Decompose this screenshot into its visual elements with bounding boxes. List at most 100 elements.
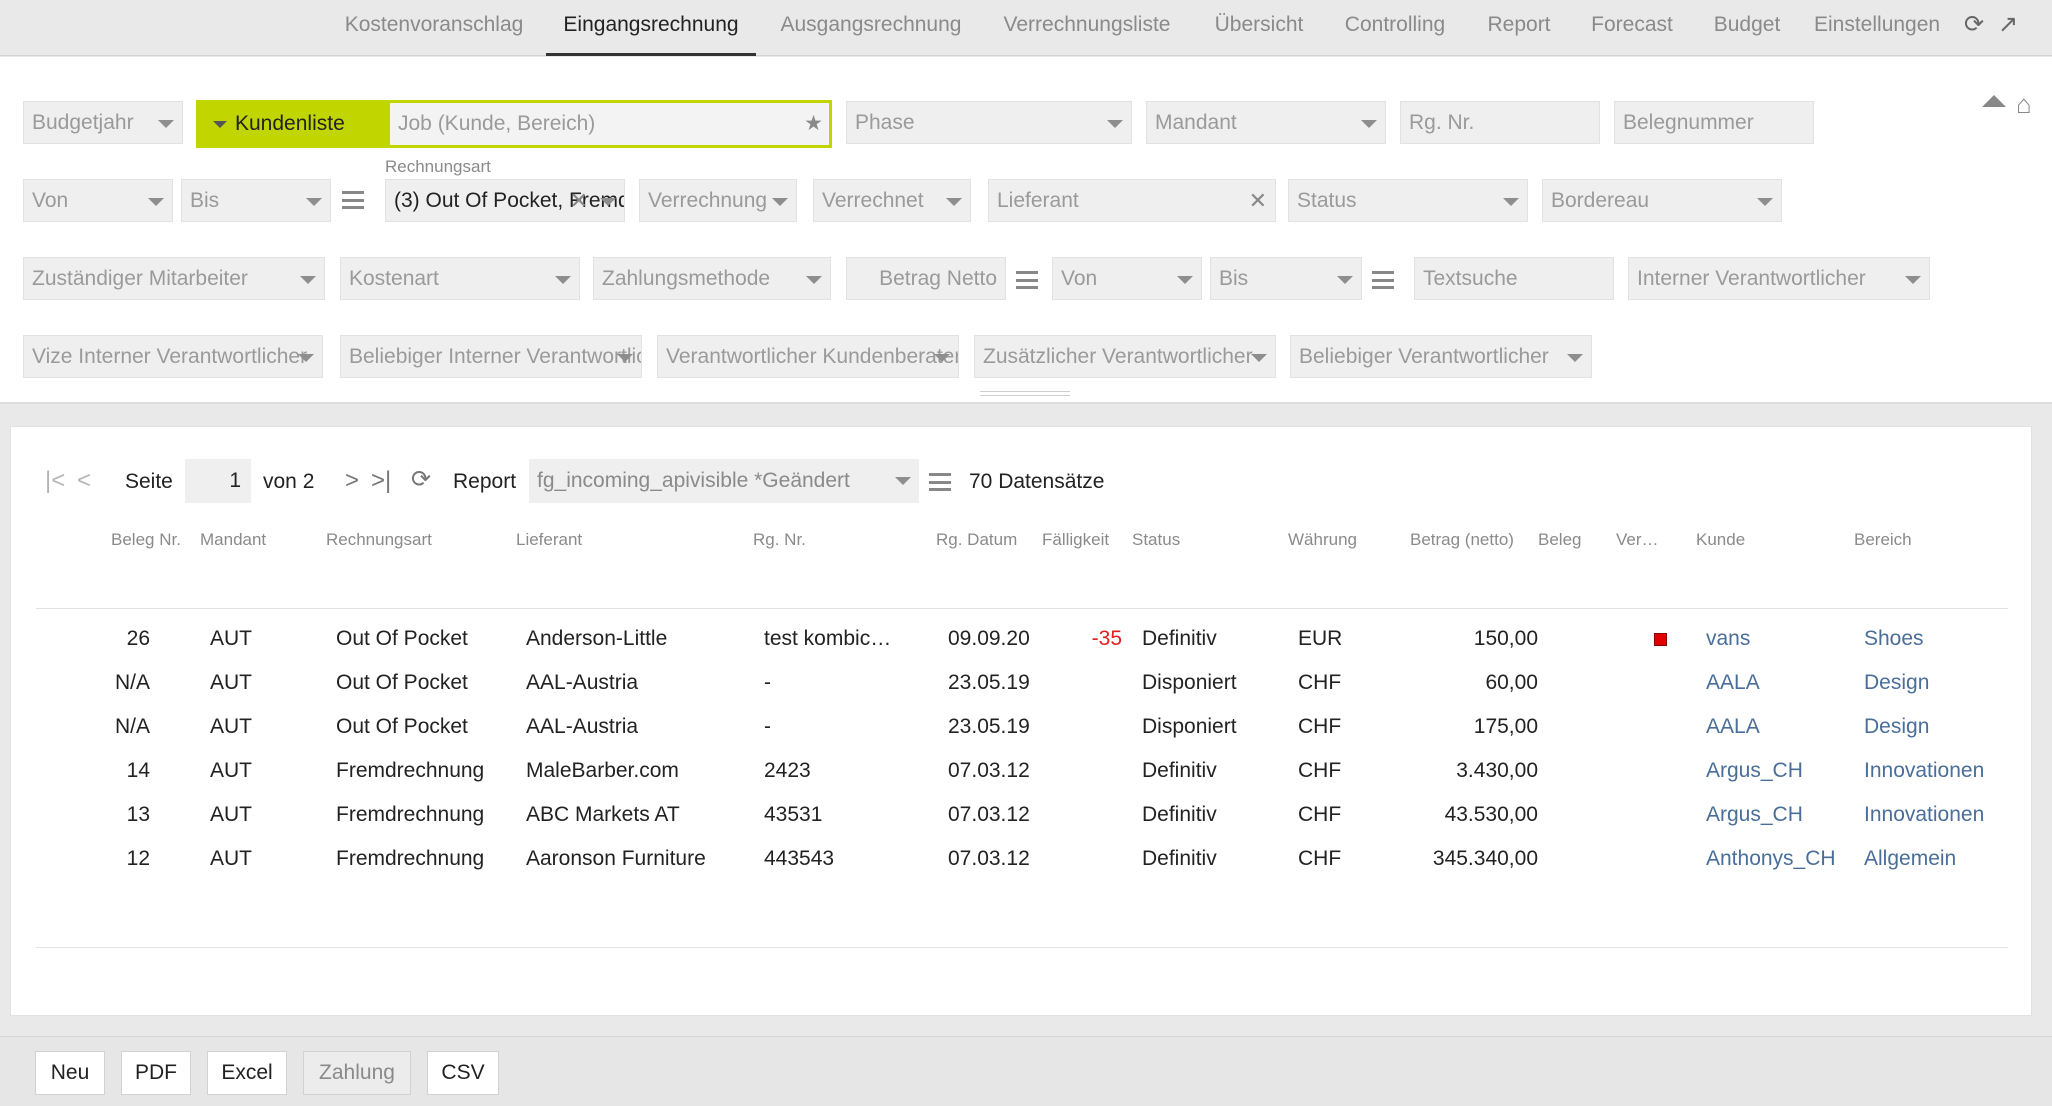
budgetjahr-select[interactable]: Budgetjahr — [23, 101, 183, 144]
clear-icon[interactable]: ✕ — [570, 180, 588, 221]
cell-kunde[interactable]: Anthonys_CH — [1706, 837, 1856, 872]
col-header-verrechnet[interactable]: Verrechnet — [1616, 530, 1660, 550]
cell-bereich[interactable]: Shoes — [1864, 617, 2004, 661]
excel-button[interactable]: Excel — [207, 1051, 287, 1095]
tab-budget[interactable]: Budget — [1704, 0, 1790, 56]
collapse-up-icon[interactable] — [1982, 95, 2006, 107]
zustaendiger-mitarbeiter-select[interactable]: Zuständiger Mitarbeiter — [23, 257, 325, 300]
tab-verrechnungsliste[interactable]: Verrechnungsliste — [994, 0, 1180, 56]
report-select[interactable]: fg_incoming_apivisible *Geändert — [529, 459, 919, 503]
job-input[interactable]: Job (Kunde, Bereich) ★ — [390, 103, 829, 145]
vize-interner-verantwortlicher-select[interactable]: Vize Interner Verantwortlicher — [23, 335, 323, 378]
tab-ausgangsrechnung[interactable]: Ausgangsrechnung — [772, 0, 970, 56]
tab-einstellungen[interactable]: Einstellungen — [1814, 0, 1948, 56]
col-header-faelligkeit[interactable]: Fälligkeit — [1042, 530, 1128, 550]
table-row[interactable]: N/A AUT Out Of Pocket AAL-Austria - 23.05.19 D… — [36, 705, 2008, 749]
cell-bereich[interactable]: Design — [1864, 661, 2004, 705]
cell-kunde[interactable]: vans — [1706, 617, 1856, 661]
col-header-kunde[interactable]: Kunde — [1696, 530, 1796, 550]
verrechnung-select[interactable]: Verrechnung — [639, 179, 797, 222]
betrag-netto-input[interactable]: Betrag Netto — [846, 257, 1006, 300]
kostenart-select[interactable]: Kostenart — [340, 257, 580, 300]
new-button[interactable]: Neu — [35, 1051, 105, 1095]
col-header-mandant[interactable]: Mandant — [200, 530, 300, 550]
verantwortlicher-kundenberater-select[interactable]: Verantwortlicher Kundenberater — [657, 335, 959, 378]
kundenliste-button[interactable]: Kundenliste — [199, 103, 390, 145]
zahlungsmethode-select[interactable]: Zahlungsmethode — [593, 257, 831, 300]
betrag-range-menu-icon[interactable] — [1372, 271, 1394, 289]
cell-betrag: 60,00 — [1485, 671, 1538, 694]
panel-resize-handle[interactable] — [980, 391, 1070, 396]
rechnungsart-select[interactable]: (3) Out Of Pocket, Fremdrechnung✕ — [385, 179, 625, 222]
col-header-bereich[interactable]: Bereich — [1854, 530, 1954, 550]
verrechnet-select[interactable]: Verrechnet — [813, 179, 971, 222]
col-header-rechnungsart[interactable]: Rechnungsart — [326, 530, 506, 550]
bordereau-select[interactable]: Bordereau — [1542, 179, 1782, 222]
tab-forecast[interactable]: Forecast — [1584, 0, 1680, 56]
col-header-rg-nr[interactable]: Rg. Nr. — [753, 530, 873, 550]
col-header-waehrung[interactable]: Währung — [1288, 530, 1388, 550]
cell-bereich[interactable]: Innovationen — [1864, 749, 2004, 793]
cell-betrag: 43.530,00 — [1444, 803, 1538, 826]
beliebiger-interner-verantwortlicher-select[interactable]: Beliebiger Interner Verantwortlicher — [340, 335, 642, 378]
col-header-status[interactable]: Status — [1132, 530, 1232, 550]
pdf-button[interactable]: PDF — [121, 1051, 191, 1095]
table-row[interactable]: N/A AUT Out Of Pocket AAL-Austria - 23.05.19 D… — [36, 661, 2008, 705]
von-date-select[interactable]: Von — [23, 179, 173, 222]
csv-button[interactable]: CSV — [427, 1051, 499, 1095]
table-row[interactable]: 12 AUT Fremdrechnung Aaronson Furniture 4435… — [36, 837, 2008, 872]
belegnummer-input[interactable]: Belegnummer — [1614, 101, 1814, 144]
previous-page-icon[interactable]: < — [77, 467, 91, 495]
textsuche-input[interactable]: Textsuche — [1414, 257, 1614, 300]
phase-select[interactable]: Phase — [846, 101, 1132, 144]
last-page-icon[interactable]: >| — [371, 467, 391, 495]
tab-eingangsrechnung[interactable]: Eingangsrechnung — [546, 0, 756, 56]
bis-date-select[interactable]: Bis — [181, 179, 331, 222]
zusaetzlicher-verantwortlicher-select[interactable]: Zusätzlicher Verantwortlicher — [974, 335, 1276, 378]
cell-bereich[interactable]: Innovationen — [1864, 793, 2004, 837]
col-header-betrag-netto[interactable]: Betrag (netto) — [1410, 530, 1528, 550]
cell-kunde[interactable]: Argus_CH — [1706, 793, 1856, 837]
cell-kunde[interactable]: Argus_CH — [1706, 749, 1856, 793]
payment-button[interactable]: Zahlung — [303, 1051, 411, 1095]
star-icon[interactable]: ★ — [804, 103, 823, 145]
col-header-lieferant[interactable]: Lieferant — [516, 530, 696, 550]
col-header-beleg[interactable]: Beleg — [1538, 530, 1598, 550]
expand-arrow-icon[interactable]: ↗ — [1998, 10, 2018, 39]
tab-report[interactable]: Report — [1478, 0, 1560, 56]
clear-icon[interactable]: ✕ — [1249, 180, 1267, 221]
lieferant-input[interactable]: Lieferant ✕ — [988, 179, 1276, 222]
cell-bereich[interactable]: Allgemein — [1864, 837, 2004, 872]
next-page-icon[interactable]: > — [345, 467, 359, 495]
cell-kunde[interactable]: AALA — [1706, 661, 1856, 705]
first-page-icon[interactable]: |< — [45, 467, 65, 495]
cell-betrag: 150,00 — [1473, 627, 1538, 650]
status-select[interactable]: Status — [1288, 179, 1528, 222]
tab-kostenvoranschlag[interactable]: Kostenvoranschlag — [336, 0, 532, 56]
rg-nr-input[interactable]: Rg. Nr. — [1400, 101, 1600, 144]
table-row[interactable]: 26 AUT Out Of Pocket Anderson-Little test ko… — [36, 617, 2008, 661]
table-row[interactable]: 14 AUT Fremdrechnung MaleBarber.com 2423 07.0… — [36, 749, 2008, 793]
cell-rg-nr: test kombichange — [764, 627, 900, 650]
col-header-rg-datum[interactable]: Rg. Datum — [936, 530, 1036, 550]
cell-kunde[interactable]: AALA — [1706, 705, 1856, 749]
date-options-menu-icon[interactable] — [342, 191, 364, 209]
chevron-down-icon — [1361, 120, 1377, 128]
mandant-select[interactable]: Mandant — [1146, 101, 1386, 144]
betrag-von-select[interactable]: Von — [1052, 257, 1202, 300]
report-options-menu-icon[interactable] — [929, 473, 951, 491]
cell-bereich[interactable]: Design — [1864, 705, 2004, 749]
col-header-beleg-nr[interactable]: Beleg Nr. — [111, 530, 195, 550]
betrag-options-menu-icon[interactable] — [1016, 271, 1038, 289]
betrag-bis-select[interactable]: Bis — [1210, 257, 1362, 300]
home-icon[interactable]: ⌂ — [2016, 89, 2032, 120]
tab-controlling[interactable]: Controlling — [1336, 0, 1454, 56]
tab-uebersicht[interactable]: Übersicht — [1206, 0, 1312, 56]
reload-icon[interactable]: ⟳ — [411, 465, 431, 494]
table-row[interactable]: 13 AUT Fremdrechnung ABC Markets AT 43531 07.… — [36, 793, 2008, 837]
interner-verantwortlicher-select[interactable]: Interner Verantwortlicher — [1628, 257, 1930, 300]
page-number-input[interactable]: 1 — [185, 459, 251, 503]
page-count-label: von 2 — [263, 470, 315, 493]
beliebiger-verantwortlicher-select[interactable]: Beliebiger Verantwortlicher — [1290, 335, 1592, 378]
refresh-icon[interactable]: ⟳ — [1964, 10, 1984, 39]
